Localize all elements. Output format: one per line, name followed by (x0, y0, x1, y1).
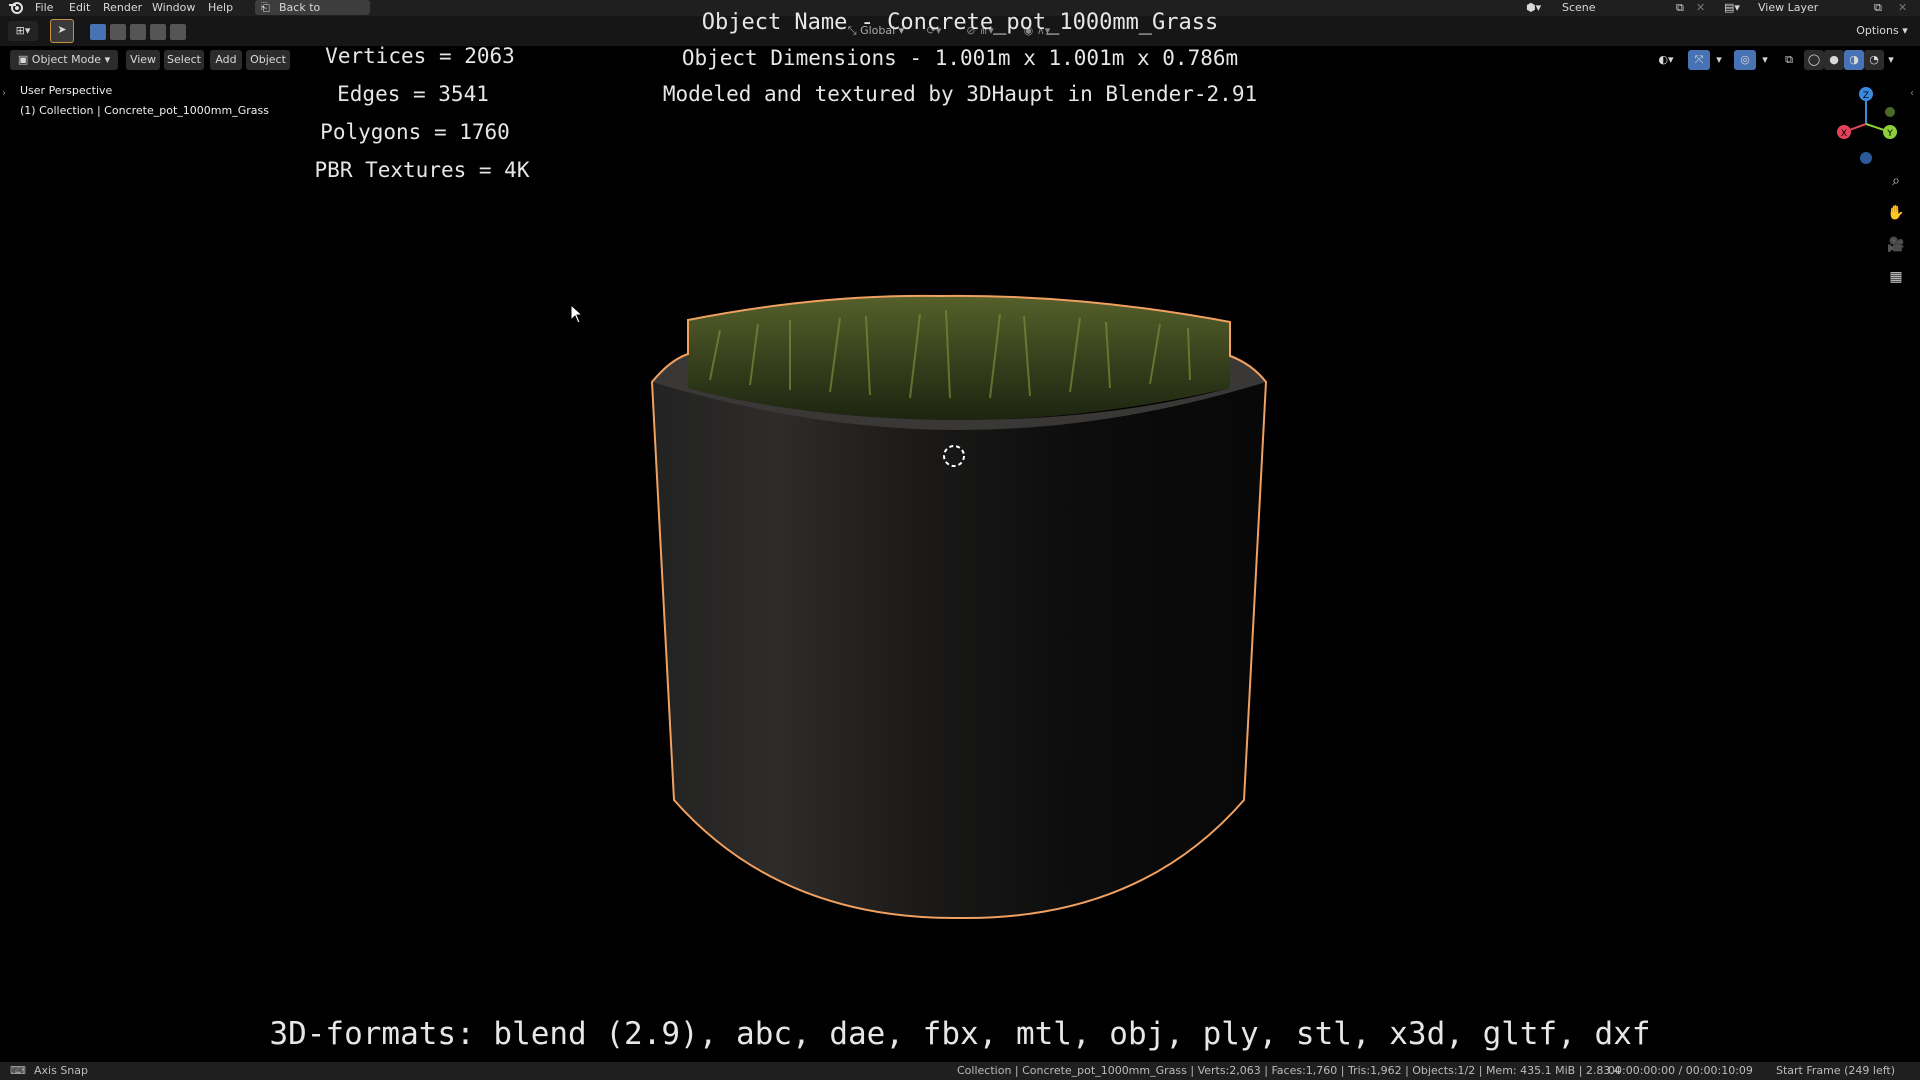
pbr-textures-text: PBR Textures = 4K (314, 158, 530, 182)
object-dimensions-text: Object Dimensions - 1.001m x 1.001m x 0.… (681, 46, 1239, 70)
start-frame-info: Start Frame (249 left) (1776, 1064, 1896, 1077)
toolbar-expand-icon[interactable]: › (2, 88, 6, 99)
gizmo-neg-y-axis[interactable] (1885, 107, 1895, 117)
gizmo-neg-z-axis[interactable] (1860, 152, 1872, 164)
concrete-pot-model[interactable] (640, 280, 1280, 920)
gizmo-y-label: Y (1886, 129, 1893, 139)
zoom-icon[interactable]: ⌕ (1885, 170, 1907, 192)
mouse-pointer-icon (570, 304, 584, 324)
navigation-gizmo[interactable]: Z X Y (1826, 82, 1906, 166)
formats-text: 3D-formats: blend (2.9), abc, dae, fbx, … (269, 1016, 1651, 1052)
camera-view-icon[interactable]: 🎥 (1885, 234, 1907, 256)
grass-surface (688, 295, 1230, 420)
playback-time: 00:00:00:00 / 00:00:10:09 (1608, 1064, 1753, 1077)
edges-count: Edges = 3541 (337, 82, 489, 106)
scene-statistics: Collection | Concrete_pot_1000mm_Grass |… (957, 1064, 1621, 1077)
status-bar: ⌨ Axis Snap Collection | Concrete_pot_10… (0, 1062, 1920, 1080)
axis-snap-key-icon: ⌨ (10, 1064, 26, 1077)
object-name-title: Object Name - Concrete_pot_1000mm_Grass (701, 10, 1219, 35)
sidebar-expand-icon[interactable]: ‹ (1910, 88, 1914, 99)
gizmo-x-label: X (1841, 129, 1847, 139)
axis-snap-label: Axis Snap (34, 1064, 88, 1077)
gizmo-z-label: Z (1863, 91, 1869, 101)
ortho-grid-icon[interactable]: ▦ (1885, 266, 1907, 288)
credits-text: Modeled and textured by 3DHaupt in Blend… (662, 82, 1258, 106)
vertices-count: Vertices = 2063 (325, 44, 515, 68)
polygons-count: Polygons = 1760 (320, 120, 510, 144)
pan-hand-icon[interactable]: ✋ (1885, 202, 1907, 224)
